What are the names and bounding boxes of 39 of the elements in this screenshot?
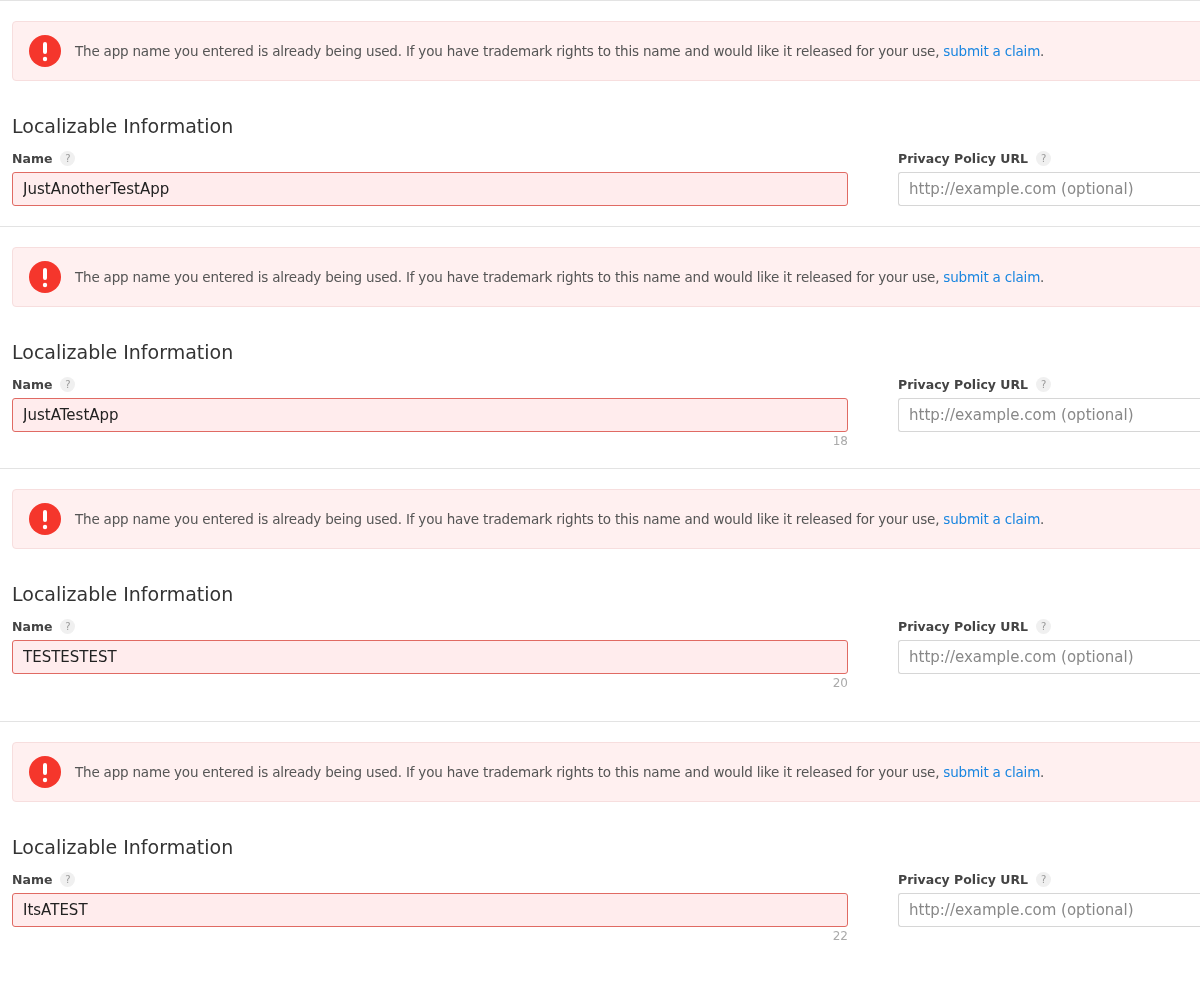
section-heading: Localizable Information — [12, 341, 235, 363]
section-heading: Localizable Information — [12, 836, 235, 858]
exclamation-icon — [29, 35, 61, 67]
alert-message: The app name you entered is already being used. If you have trademark rights to this name and would like it released for your use, submit a claim. — [75, 269, 1045, 285]
help-icon[interactable]: ? — [60, 377, 76, 392]
help-icon[interactable]: ? — [1036, 377, 1052, 392]
help-icon[interactable]: ? — [1036, 872, 1052, 887]
field-label: Privacy Policy URL — [898, 151, 1029, 166]
field-label: Name — [12, 151, 53, 166]
field-label: Privacy Policy URL — [898, 872, 1029, 887]
help-icon[interactable]: ? — [1036, 151, 1052, 166]
exclamation-icon — [29, 756, 61, 788]
field-label: Privacy Policy URL — [898, 377, 1029, 392]
alert-message: The app name you entered is already being used. If you have trademark rights to this name and would like it released for your use, submit a claim. — [75, 764, 1045, 780]
help-icon[interactable]: ? — [60, 151, 76, 166]
field-label: Name — [12, 872, 53, 887]
exclamation-icon — [29, 503, 61, 535]
name-input[interactable]: JustAnotherTestApp — [12, 172, 848, 206]
alert-message: The app name you entered is already being used. If you have trademark rights to this name and would like it released for your use, submit a claim. — [75, 511, 1045, 527]
name-input[interactable]: TESTESTEST — [12, 640, 848, 674]
privacy-url-input[interactable]: http://example.com (optional) — [898, 893, 1200, 927]
privacy-url-input[interactable]: http://example.com (optional) — [898, 640, 1200, 674]
privacy-url-input[interactable]: http://example.com (optional) — [898, 172, 1200, 206]
section-heading: Localizable Information — [12, 583, 235, 605]
exclamation-icon — [29, 261, 61, 293]
alert-message: The app name you entered is already being used. If you have trademark rights to this name and would like it released for your use, submit a claim. — [75, 43, 1045, 59]
help-icon[interactable]: ? — [1036, 619, 1052, 634]
name-input[interactable]: ItsATEST — [12, 893, 848, 927]
character-count: 22 — [832, 929, 848, 943]
character-count: 18 — [832, 434, 848, 448]
section-heading: Localizable Information — [12, 115, 235, 137]
character-count: 20 — [832, 676, 848, 690]
help-icon[interactable]: ? — [60, 619, 76, 634]
field-label: Name — [12, 619, 53, 634]
help-icon[interactable]: ? — [60, 872, 76, 887]
privacy-url-input[interactable]: http://example.com (optional) — [898, 398, 1200, 432]
field-label: Name — [12, 377, 53, 392]
name-input[interactable]: JustATestApp — [12, 398, 848, 432]
field-label: Privacy Policy URL — [898, 619, 1029, 634]
